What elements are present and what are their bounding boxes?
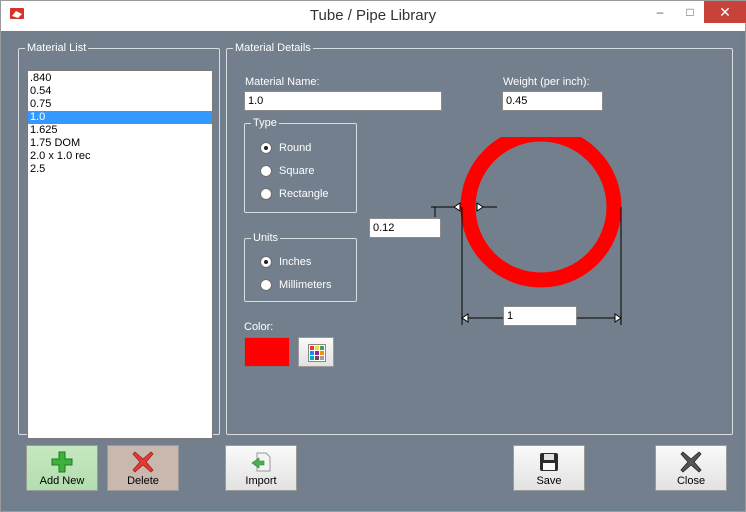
color-swatch[interactable] [244,337,290,367]
type-round-radio[interactable]: Round [260,142,311,154]
units-legend: Units [253,232,279,244]
x-icon [132,451,154,473]
radio-selected-icon [260,256,272,268]
maximize-button[interactable]: □ [676,1,704,23]
radio-empty-icon [260,188,272,200]
material-list-group: Material List .840 0.54 0.75 1.0 1.625 1.75 D… [18,42,220,439]
radio-empty-icon [260,279,272,291]
save-label: Save [536,475,562,487]
floppy-disk-icon [540,453,558,471]
color-palette-icon [308,344,326,362]
color-picker-button[interactable] [298,337,334,367]
units-inches-radio[interactable]: Inches [260,256,311,268]
list-item[interactable]: 0.54 [28,85,212,98]
weight-input[interactable] [502,91,603,111]
save-button[interactable]: Save [513,445,585,491]
add-new-button[interactable]: Add New [26,445,98,491]
list-item[interactable]: 1.625 [28,124,212,137]
arrow-right-icon [476,202,484,212]
material-listbox[interactable]: .840 0.54 0.75 1.0 1.625 1.75 DOM 2.0 x 1.0 re… [27,70,213,439]
list-item[interactable]: 1.75 DOM [28,137,212,150]
units-millimeters-label: Millimeters [279,279,332,291]
type-square-label: Square [279,165,315,177]
type-rectangle-radio[interactable]: Rectangle [260,188,329,200]
close-window-button[interactable]: ✕ [704,1,746,23]
material-details-legend: Material Details [235,42,311,54]
wall-thickness-input[interactable] [369,218,441,238]
units-millimeters-radio[interactable]: Millimeters [260,279,332,291]
list-item[interactable]: .840 [28,72,212,85]
material-name-input[interactable] [244,91,442,111]
delete-label: Delete [127,475,159,487]
material-name-label: Material Name: [245,76,320,88]
plus-icon [51,451,73,473]
x-icon [680,451,702,473]
import-button[interactable]: Import [225,445,297,491]
units-inches-label: Inches [279,256,312,268]
close-label: Close [676,475,706,487]
import-arrow-icon [251,452,271,472]
tube-pipe-library-window: Tube / Pipe Library – □ ✕ Material List … [0,0,746,512]
add-new-label: Add New [39,475,85,487]
list-item[interactable]: 2.0 x 1.0 rec [28,150,212,163]
tube-cross-section-diagram [431,137,622,325]
type-round-label: Round [279,142,312,154]
minimize-button[interactable]: – [646,1,674,23]
color-label: Color: [244,321,274,333]
diameter-input[interactable] [503,306,577,326]
type-rectangle-label: Rectangle [279,188,329,200]
list-item[interactable]: 0.75 [28,98,212,111]
material-list-legend: Material List [27,42,87,54]
weight-label: Weight (per inch): [503,76,590,88]
close-button[interactable]: Close [655,445,727,491]
arrow-right-icon [614,313,622,323]
type-legend: Type [253,117,277,129]
list-item[interactable]: 2.5 [28,163,212,176]
arrow-left-icon [453,202,461,212]
tube-ring [460,137,622,288]
arrow-left-icon [461,313,469,323]
delete-button[interactable]: Delete [107,445,179,491]
list-item[interactable]: 1.0 [28,111,212,124]
radio-empty-icon [260,165,272,177]
radio-selected-icon [260,142,272,154]
import-label: Import [245,475,277,487]
client-area: Material List .840 0.54 0.75 1.0 1.625 1.75 D… [7,32,740,506]
thickness-leader [434,206,441,217]
title-bar: Tube / Pipe Library – □ ✕ [1,1,746,31]
window-title: Tube / Pipe Library [309,7,437,24]
type-square-radio[interactable]: Square [260,165,314,177]
